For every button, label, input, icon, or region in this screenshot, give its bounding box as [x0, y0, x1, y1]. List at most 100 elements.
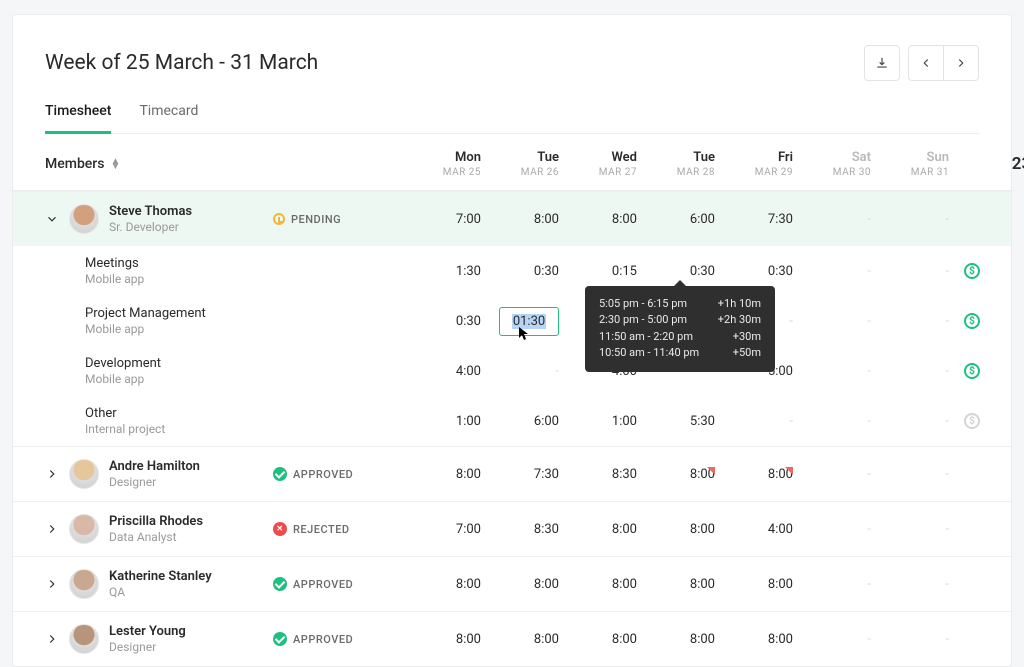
table-header: Members ▲▼ MonMAR 25TueMAR 26WedMAR 27Tu… [13, 134, 1011, 191]
page-title: Week of 25 March - 31 March [45, 51, 318, 75]
tab-timecard[interactable]: Timecard [139, 103, 198, 133]
time-cell[interactable]: - [879, 632, 949, 647]
member-row[interactable]: Lester YoungDesigner APPROVED 8:008:008:… [13, 611, 1011, 666]
time-cell[interactable]: 8:00 [645, 632, 715, 647]
time-cell[interactable]: - [801, 264, 871, 279]
time-cell[interactable]: 0:30 5:05 pm - 6:15 pm+1h 10m2:30 pm - 5… [645, 264, 715, 279]
row-total: 3:15 [995, 264, 1024, 279]
time-cell[interactable]: - [879, 364, 949, 379]
time-cell[interactable]: 0:30 [489, 264, 559, 279]
time-cell[interactable]: 1:00 [411, 414, 481, 429]
time-cell[interactable]: 8:00 [489, 632, 559, 647]
time-cell[interactable]: - [801, 212, 871, 227]
time-cell[interactable]: 8:00 [567, 577, 637, 592]
member-row[interactable]: Priscilla RhodesData Analyst REJECTED 7:… [13, 501, 1011, 556]
member-name: Katherine Stanley [109, 569, 212, 584]
status-label: APPROVED [293, 468, 353, 481]
member-row[interactable]: Steve ThomasSr. Developer PENDING 7:008:… [13, 191, 1011, 246]
time-cell[interactable]: - [879, 577, 949, 592]
member-role: Designer [109, 475, 200, 489]
time-cell[interactable]: - [801, 364, 871, 379]
time-cell[interactable]: - [801, 314, 871, 329]
time-cell[interactable]: 8:00 [411, 577, 481, 592]
time-cell[interactable]: 4:00 [723, 522, 793, 537]
next-week-button[interactable] [943, 45, 979, 81]
time-cell[interactable]: 6:00 [645, 212, 715, 227]
status-badge: APPROVED [273, 467, 403, 481]
time-cell[interactable]: 0:15 [567, 264, 637, 279]
time-cell[interactable]: 8:00 [489, 577, 559, 592]
member-role: Data Analyst [109, 530, 203, 544]
time-cell[interactable]: - [801, 522, 871, 537]
member-name: Andre Hamilton [109, 459, 200, 474]
time-cell[interactable]: 4:00 [411, 364, 481, 379]
time-cell[interactable]: - [879, 522, 949, 537]
time-cell[interactable]: 8:00 [567, 212, 637, 227]
time-cell[interactable]: 8:00 [645, 577, 715, 592]
time-cell[interactable]: - [801, 577, 871, 592]
time-cell[interactable]: - [801, 414, 871, 429]
time-cell[interactable]: 8:00 [489, 212, 559, 227]
expand-toggle[interactable] [45, 467, 59, 481]
time-cell[interactable]: 8:00 [723, 577, 793, 592]
expand-toggle[interactable] [45, 522, 59, 536]
expand-toggle[interactable] [45, 212, 59, 226]
time-cell[interactable]: 7:00 [411, 522, 481, 537]
time-cell[interactable]: - [879, 314, 949, 329]
expand-toggle[interactable] [45, 577, 59, 591]
status-badge: PENDING [273, 213, 403, 226]
members-header[interactable]: Members ▲▼ [45, 156, 403, 172]
download-button[interactable] [864, 45, 900, 81]
time-cell[interactable]: 7:30 [489, 467, 559, 482]
row-total: 6:45 [995, 314, 1024, 329]
row-total: 40:00 [995, 577, 1024, 592]
sort-icon: ▲▼ [110, 159, 120, 169]
time-cell[interactable]: - [879, 264, 949, 279]
time-cell[interactable]: 8:00 [645, 467, 715, 482]
time-cell[interactable]: 6:00 [489, 414, 559, 429]
row-total: 40:00 [995, 467, 1024, 482]
time-cell[interactable]: - [489, 364, 559, 379]
time-cell[interactable]: 8:30 [567, 467, 637, 482]
time-cell[interactable]: 8:00 [723, 467, 793, 482]
day-header: WedMAR 27 [567, 150, 637, 178]
time-cell[interactable]: - [879, 467, 949, 482]
time-cell[interactable]: 1:30 [411, 264, 481, 279]
expand-toggle[interactable] [45, 632, 59, 646]
status-badge: APPROVED [273, 577, 403, 591]
member-row[interactable]: Andre HamiltonDesigner APPROVED 8:00 7:30… [13, 446, 1011, 501]
time-cell[interactable]: 8:30 [489, 522, 559, 537]
time-cell[interactable]: 0:30 [723, 264, 793, 279]
row-total: 13:00 [995, 364, 1024, 379]
time-cell[interactable]: 8:00 [567, 522, 637, 537]
time-cell[interactable]: 1:00 [567, 414, 637, 429]
task-row: Other Internal project 1:006:001:005:30-… [13, 396, 1011, 446]
time-cell[interactable]: 0:30 [411, 314, 481, 329]
row-total: 13:30 [995, 414, 1024, 429]
day-header: FriMAR 29 [723, 150, 793, 178]
time-cell[interactable]: 8:00 [411, 467, 481, 482]
time-cell-editing[interactable]: 01:30 [489, 307, 559, 336]
time-cell[interactable]: 8:00 [645, 522, 715, 537]
time-cell[interactable]: - [801, 467, 871, 482]
task-name: Project Management [85, 306, 265, 321]
member-name: Priscilla Rhodes [109, 514, 203, 529]
flag-icon [785, 467, 793, 475]
time-cell[interactable]: 8:00 [723, 632, 793, 647]
time-cell[interactable]: 5:30 [645, 414, 715, 429]
billable-icon: $ [964, 263, 980, 279]
time-cell[interactable]: 7:30 [723, 212, 793, 227]
prev-week-button[interactable] [908, 45, 944, 81]
status-approved-icon [273, 577, 287, 591]
time-cell[interactable]: 7:00 [411, 212, 481, 227]
time-cell[interactable]: - [879, 414, 949, 429]
flag-icon [707, 467, 715, 475]
tab-timesheet[interactable]: Timesheet [45, 103, 111, 134]
chevron-right-icon [954, 56, 968, 70]
member-row[interactable]: Katherine StanleyQA APPROVED 8:008:008:0… [13, 556, 1011, 611]
time-cell[interactable]: 8:00 [567, 632, 637, 647]
time-cell[interactable]: 8:00 [411, 632, 481, 647]
time-cell[interactable]: - [879, 212, 949, 227]
time-cell[interactable]: - [723, 414, 793, 429]
time-cell[interactable]: - [801, 632, 871, 647]
